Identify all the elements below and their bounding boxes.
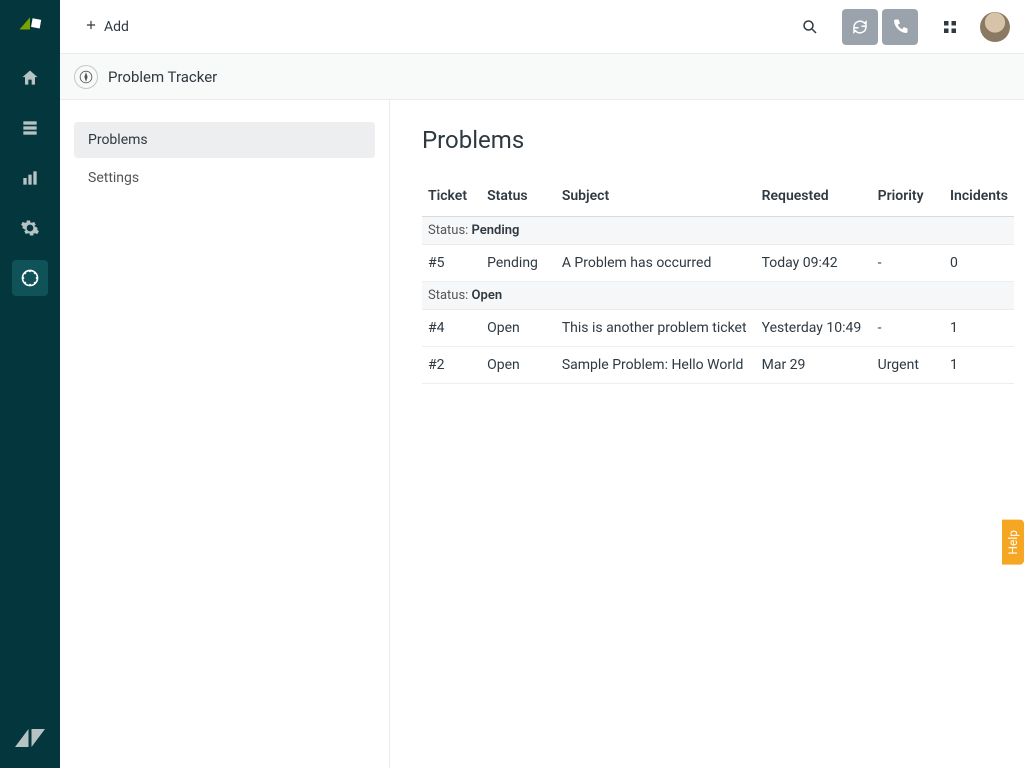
- cell-incidents: 0: [944, 245, 1014, 282]
- group-value: Open: [472, 288, 503, 303]
- cell-incidents: 1: [944, 310, 1014, 347]
- cell-subject: This is another problem ticket: [556, 310, 756, 347]
- left-nav-rail: [0, 0, 60, 768]
- refresh-button[interactable]: [842, 9, 878, 45]
- app-header: Problem Tracker: [60, 54, 1024, 100]
- col-incidents[interactable]: Incidents: [944, 180, 1014, 217]
- col-ticket[interactable]: Ticket: [422, 180, 481, 217]
- problems-table: Ticket Status Subject Requested Priority…: [422, 180, 1014, 384]
- cell-subject: Sample Problem: Hello World: [556, 347, 756, 384]
- nav-reports[interactable]: [12, 160, 48, 196]
- nav-views[interactable]: [12, 110, 48, 146]
- search-button[interactable]: [792, 9, 828, 45]
- nav-problem-tracker[interactable]: [12, 260, 48, 296]
- cell-priority: Urgent: [872, 347, 944, 384]
- cell-priority: -: [872, 245, 944, 282]
- cell-subject: A Problem has occurred: [556, 245, 756, 282]
- group-label: Status: [428, 223, 465, 238]
- group-header: Status: Open: [422, 282, 1014, 310]
- cell-requested: Yesterday 10:49: [756, 310, 872, 347]
- panel-title: Problems: [422, 126, 1014, 154]
- nav-admin[interactable]: [12, 210, 48, 246]
- sidebar-item-problems[interactable]: Problems: [74, 122, 375, 158]
- cell-ticket: #4: [422, 310, 481, 347]
- table-row[interactable]: #5 Pending A Problem has occurred Today …: [422, 245, 1014, 282]
- col-status[interactable]: Status: [481, 180, 556, 217]
- cell-requested: Mar 29: [756, 347, 872, 384]
- user-avatar[interactable]: [980, 12, 1010, 42]
- cell-status: Open: [481, 310, 556, 347]
- sidebar-item-settings[interactable]: Settings: [74, 160, 375, 196]
- col-subject[interactable]: Subject: [556, 180, 756, 217]
- sidebar-item-label: Problems: [88, 132, 148, 148]
- plus-icon: [84, 18, 98, 36]
- help-label: Help: [1006, 530, 1020, 555]
- apps-button[interactable]: [932, 9, 968, 45]
- group-header: Status: Pending: [422, 217, 1014, 245]
- help-tab[interactable]: Help: [1002, 520, 1024, 565]
- cell-ticket: #2: [422, 347, 481, 384]
- table-row[interactable]: #4 Open This is another problem ticket Y…: [422, 310, 1014, 347]
- zendesk-logo-icon: [16, 12, 44, 40]
- compass-icon: [74, 65, 98, 89]
- phone-button[interactable]: [882, 9, 918, 45]
- cell-requested: Today 09:42: [756, 245, 872, 282]
- add-button[interactable]: Add: [74, 12, 139, 42]
- top-bar: Add: [60, 0, 1024, 54]
- table-row[interactable]: #2 Open Sample Problem: Hello World Mar …: [422, 347, 1014, 384]
- add-button-label: Add: [104, 19, 129, 35]
- col-requested[interactable]: Requested: [756, 180, 872, 217]
- cell-status: Pending: [481, 245, 556, 282]
- cell-status: Open: [481, 347, 556, 384]
- app-sidebar: Problems Settings: [60, 100, 390, 768]
- col-priority[interactable]: Priority: [872, 180, 944, 217]
- cell-ticket: #5: [422, 245, 481, 282]
- app-title: Problem Tracker: [108, 68, 217, 86]
- zendesk-footer-icon: [12, 720, 48, 756]
- main-panel: Problems Ticket Status Subject Requested…: [390, 100, 1024, 768]
- group-label: Status: [428, 288, 465, 303]
- nav-home[interactable]: [12, 60, 48, 96]
- sidebar-item-label: Settings: [88, 170, 139, 186]
- cell-priority: -: [872, 310, 944, 347]
- group-value: Pending: [472, 223, 520, 238]
- cell-incidents: 1: [944, 347, 1014, 384]
